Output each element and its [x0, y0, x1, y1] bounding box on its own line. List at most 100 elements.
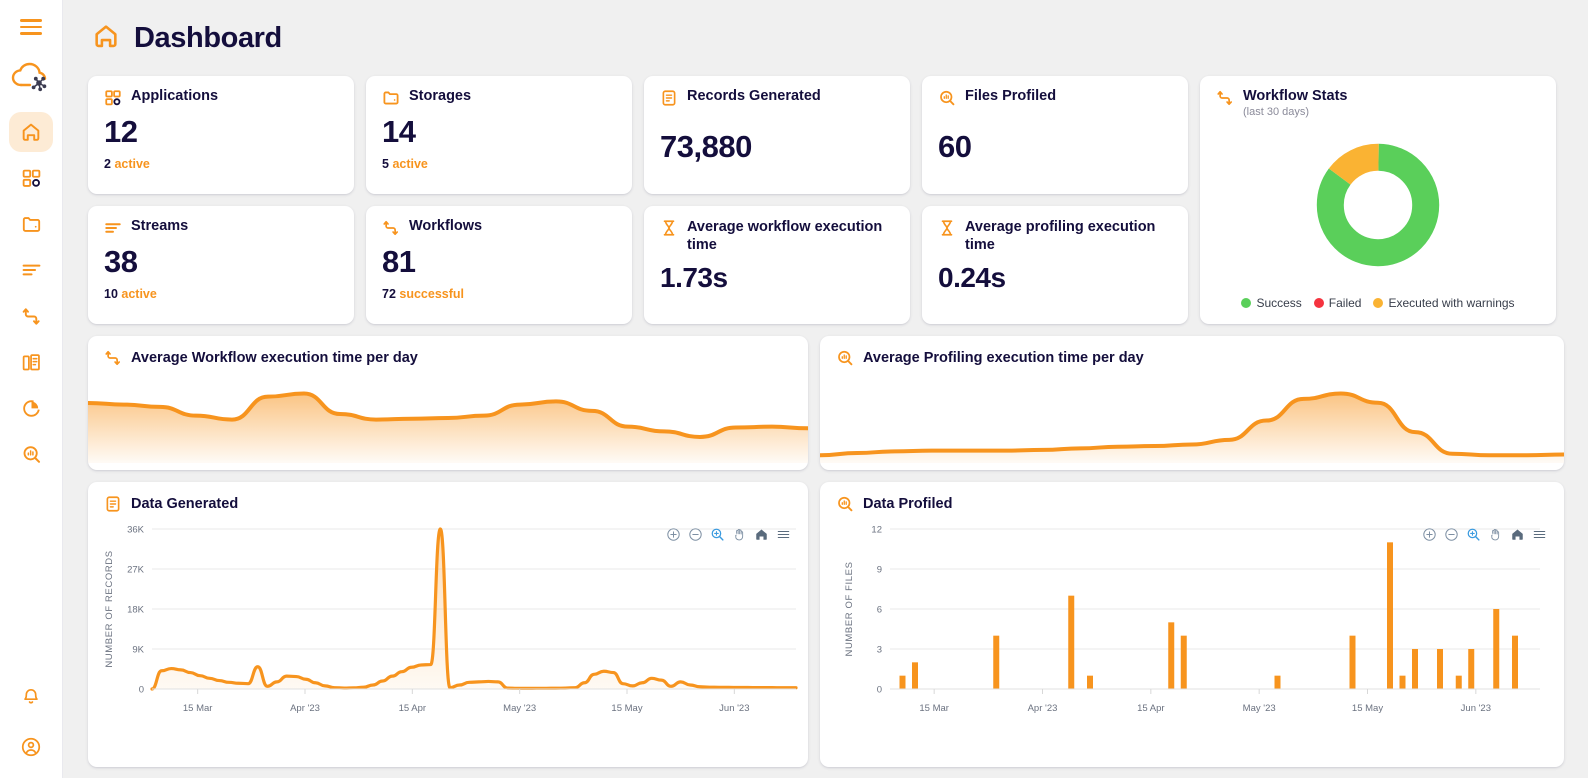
streams-lines-icon: [104, 219, 122, 237]
stat-card-footer: 10 active: [104, 287, 338, 301]
stat-card-files-profiled[interactable]: Files Profiled 60: [922, 76, 1188, 194]
panel-data-profiled[interactable]: Data Profiled 0 3 6 9 12 NUMBER OF FILES…: [820, 482, 1564, 767]
stat-foot-number: 2: [104, 157, 111, 171]
panel-title: Data Profiled: [863, 495, 953, 512]
sidebar-item-storages[interactable]: [9, 204, 53, 244]
legend-label-failed: Failed: [1328, 296, 1362, 310]
bell-icon: [24, 689, 38, 704]
stat-card-title: Average workflow execution time: [687, 219, 883, 253]
svg-text:May '23: May '23: [503, 703, 536, 714]
stat-foot-label: active: [392, 157, 428, 171]
data-generated-chart: 0 9K 18K 27K 36K NUMBER OF RECORDS 15 Mar Apr '…: [104, 525, 798, 714]
search-chart-icon: [23, 445, 40, 463]
svg-text:15 Mar: 15 Mar: [183, 703, 213, 714]
svg-text:12: 12: [871, 525, 882, 536]
sidebar-item-records[interactable]: [9, 342, 53, 382]
stat-card-footer: 5 active: [382, 157, 616, 171]
chart-toolbar-data-profiled: [1421, 526, 1548, 543]
workflow-stats-card[interactable]: Workflow Stats (last 30 days) Success Fa…: [1200, 76, 1556, 324]
stat-card-footer: 2 active: [104, 157, 338, 171]
sidebar-item-account[interactable]: [9, 730, 53, 764]
panel-data-generated[interactable]: Data Generated 0 9K 18K 27K 36K NUMBER O…: [88, 482, 808, 767]
search-chart-icon: [836, 349, 854, 367]
streams-lines-icon: [22, 264, 40, 276]
area-charts-row: Average Workflow execution time per day …: [88, 336, 1564, 470]
stat-card-title: Records Generated: [687, 88, 821, 104]
stat-cards-grid: Applications 12 2 active Storages 14 5 a…: [88, 76, 1564, 324]
stat-card-average-profiling-execution-time[interactable]: Average profiling execution time 0.24s: [922, 206, 1188, 324]
svg-text:3: 3: [877, 645, 882, 656]
stat-card-workflows[interactable]: Workflows 81 72 successful: [366, 206, 632, 324]
sidebar-item-profiling[interactable]: [9, 434, 53, 474]
pan-hand-icon[interactable]: [731, 526, 748, 543]
sidebar-item-notifications[interactable]: [9, 680, 53, 714]
svg-text:6: 6: [877, 605, 882, 616]
stat-card-records-generated[interactable]: Records Generated 73,880: [644, 76, 910, 194]
search-chart-icon: [836, 495, 854, 513]
hamburger-icon[interactable]: [11, 10, 51, 44]
zoom-out-icon[interactable]: [1443, 526, 1460, 543]
selection-zoom-icon[interactable]: [1465, 526, 1482, 543]
svg-text:Jun '23: Jun '23: [1461, 703, 1491, 714]
home-icon: [92, 22, 120, 55]
stat-foot-number: 72: [382, 287, 396, 301]
home-reset-icon[interactable]: [753, 526, 770, 543]
workflow-stats-donut: [1216, 114, 1540, 296]
sidebar-item-reports[interactable]: [9, 388, 53, 428]
stat-card-storages[interactable]: Storages 14 5 active: [366, 76, 632, 194]
documents-icon: [22, 353, 40, 370]
sidebar-nav: [0, 112, 62, 474]
legend-item-failed[interactable]: Failed: [1313, 296, 1362, 310]
stat-card-applications[interactable]: Applications 12 2 active: [88, 76, 354, 194]
home-reset-icon[interactable]: [1509, 526, 1526, 543]
zoom-out-icon[interactable]: [687, 526, 704, 543]
svg-text:9: 9: [877, 565, 882, 576]
zoom-in-icon[interactable]: [1421, 526, 1438, 543]
legend-item-success[interactable]: Success: [1241, 296, 1302, 310]
sidebar-bottom: [9, 680, 53, 764]
panel-average-workflow-execution-time-per-day[interactable]: Average Workflow execution time per day: [88, 336, 808, 470]
hourglass-icon: [660, 219, 678, 237]
chart-toolbar-data-generated: [665, 526, 792, 543]
panel-title: Average Profiling execution time per day: [863, 349, 1144, 366]
pan-hand-icon[interactable]: [1487, 526, 1504, 543]
selection-zoom-icon[interactable]: [709, 526, 726, 543]
svg-text:15 Apr: 15 Apr: [399, 703, 426, 714]
legend-dot-failed: [1313, 298, 1324, 308]
svg-text:15 Apr: 15 Apr: [1137, 703, 1164, 714]
stat-foot-label: active: [121, 287, 157, 301]
legend-dot-warnings: [1373, 298, 1384, 308]
legend-item-warnings[interactable]: Executed with warnings: [1373, 296, 1515, 310]
svg-text:0: 0: [139, 685, 144, 696]
sidebar-item-streams[interactable]: [9, 250, 53, 290]
zoom-in-icon[interactable]: [665, 526, 682, 543]
legend-label-success: Success: [1256, 296, 1302, 310]
workflow-arrow-icon: [1216, 89, 1234, 107]
sidebar-item-home[interactable]: [9, 112, 53, 152]
hamburger-menu-icon[interactable]: [1531, 526, 1548, 543]
stat-card-footer: 72 successful: [382, 287, 616, 301]
area-chart-profiling: [820, 371, 1564, 463]
panel-title: Data Generated: [131, 495, 239, 512]
panel-average-profiling-execution-time-per-day[interactable]: Average Profiling execution time per day: [820, 336, 1564, 470]
area-chart-workflow: [88, 371, 808, 463]
stat-card-title: Average profiling execution time: [965, 219, 1156, 253]
legend-label-warnings: Executed with warnings: [1388, 296, 1515, 310]
detail-charts-row: Data Generated 0 9K 18K 27K 36K NUMBER O…: [88, 482, 1564, 767]
sidebar-item-workflows[interactable]: [9, 296, 53, 336]
svg-text:May '23: May '23: [1243, 703, 1276, 714]
sidebar-item-applications[interactable]: [9, 158, 53, 198]
svg-text:15 Mar: 15 Mar: [919, 703, 949, 714]
svg-text:18K: 18K: [127, 605, 145, 616]
stat-card-average-workflow-execution-time[interactable]: Average workflow execution time 1.73s: [644, 206, 910, 324]
stat-card-title: Applications: [131, 88, 219, 104]
svg-text:Apr '23: Apr '23: [290, 703, 320, 714]
stat-card-value: 38: [104, 244, 138, 279]
cloud-network-logo[interactable]: [8, 58, 54, 100]
svg-text:Apr '23: Apr '23: [1028, 703, 1058, 714]
stat-card-value: 60: [938, 129, 972, 164]
stat-card-value: 1.73s: [660, 262, 728, 293]
stat-card-streams[interactable]: Streams 38 10 active: [88, 206, 354, 324]
page-title: Dashboard: [134, 21, 282, 54]
hamburger-menu-icon[interactable]: [775, 526, 792, 543]
